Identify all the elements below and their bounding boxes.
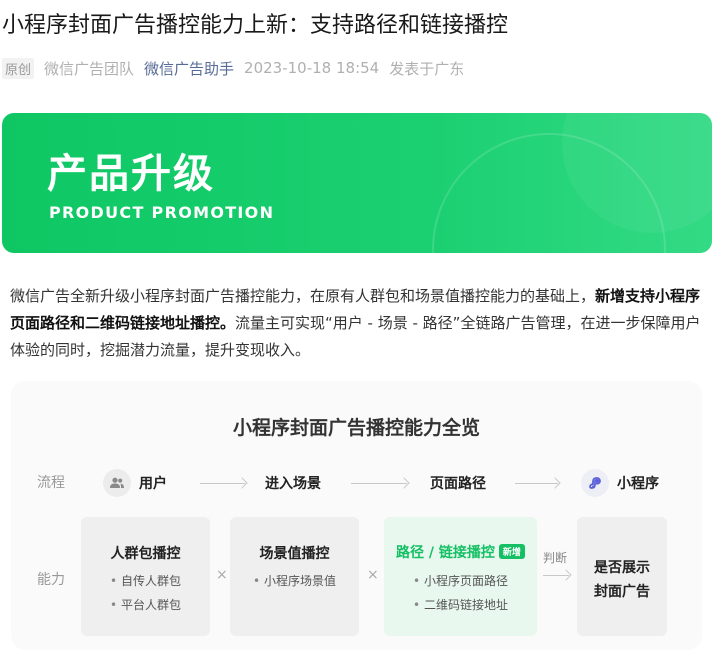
flow-arrow-2 xyxy=(351,483,407,484)
account-link[interactable]: 微信广告助手 xyxy=(144,58,234,79)
publish-location: 发表于广东 xyxy=(389,59,465,78)
times-symbol-2: × xyxy=(367,567,379,583)
flow-user-label: 用户 xyxy=(139,476,167,492)
box-path-title-text: 路径 / 链接播控 xyxy=(396,545,495,561)
box-crowd-control: 人群包播控 自传人群包 平台人群包 xyxy=(81,517,210,636)
judge-arrow xyxy=(543,575,569,576)
box-result-line-2: 封面广告 xyxy=(594,584,650,600)
intro-paragraph: 微信广告全新升级小程序封面广告播控能力，在原有人群包和场景值播控能力的基础上，新… xyxy=(10,283,710,364)
box-path-title: 路径 / 链接播控 新增 xyxy=(384,542,537,562)
flow-step-path: 页面路径 xyxy=(430,473,486,493)
row-label-ability: 能力 xyxy=(37,572,65,588)
banner-en-title: PRODUCT PROMOTION xyxy=(49,203,275,222)
judge-label: 判断 xyxy=(543,551,568,565)
box-crowd-item-1: 自传人群包 xyxy=(81,572,210,589)
flow-scene-label: 进入场景 xyxy=(265,476,321,492)
box-scene-control: 场景值播控 小程序场景值 xyxy=(230,517,359,636)
row-label-flow: 流程 xyxy=(37,475,65,491)
box-result-line-1: 是否展示 xyxy=(594,560,650,576)
box-scene-item-1: 小程序场景值 xyxy=(230,572,359,589)
product-promotion-banner: 产品升级 PRODUCT PROMOTION xyxy=(2,113,712,253)
diagram-title: 小程序封面广告播控能力全览 xyxy=(232,417,480,439)
users-icon xyxy=(103,469,131,497)
author-team: 微信广告团队 xyxy=(44,59,135,78)
capability-overview-card: 小程序封面广告播控能力全览 流程 能力 用户 进入场景 页面路径 小程序 人群包… xyxy=(11,381,702,650)
flow-step-scene: 进入场景 xyxy=(265,473,321,493)
miniprogram-icon xyxy=(581,469,609,497)
box-show-cover-ad: 是否展示 封面广告 xyxy=(577,517,667,636)
box-path-item-1: 小程序页面路径 xyxy=(384,572,537,589)
publish-time: 2023-10-18 18:54 xyxy=(244,59,380,77)
intro-text-1: 微信广告全新升级小程序封面广告播控能力，在原有人群包和场景值播控能力的基础上， xyxy=(10,287,596,305)
article-meta: 原创 微信广告团队 微信广告助手 2023-10-18 18:54 发表于广东 xyxy=(2,57,464,79)
banner-cn-title: 产品升级 xyxy=(47,151,215,197)
box-scene-title: 场景值播控 xyxy=(259,546,330,562)
box-crowd-title: 人群包播控 xyxy=(110,546,181,562)
flow-step-miniprogram: 小程序 xyxy=(581,469,659,497)
flow-arrow-1 xyxy=(200,483,245,484)
flow-step-user: 用户 xyxy=(103,469,167,497)
flow-path-label: 页面路径 xyxy=(430,476,486,492)
new-badge: 新增 xyxy=(498,544,525,559)
times-symbol-1: × xyxy=(216,567,228,583)
box-crowd-item-2: 平台人群包 xyxy=(81,596,210,613)
article-title: 小程序封面广告播控能力上新：支持路径和链接播控 xyxy=(2,13,509,38)
box-path-control: 路径 / 链接播控新增 小程序页面路径 二维码链接地址 xyxy=(384,517,537,636)
original-tag: 原创 xyxy=(2,57,35,79)
flow-arrow-3 xyxy=(515,483,558,484)
flow-miniprogram-label: 小程序 xyxy=(617,476,659,492)
box-path-item-2: 二维码链接地址 xyxy=(384,596,537,613)
